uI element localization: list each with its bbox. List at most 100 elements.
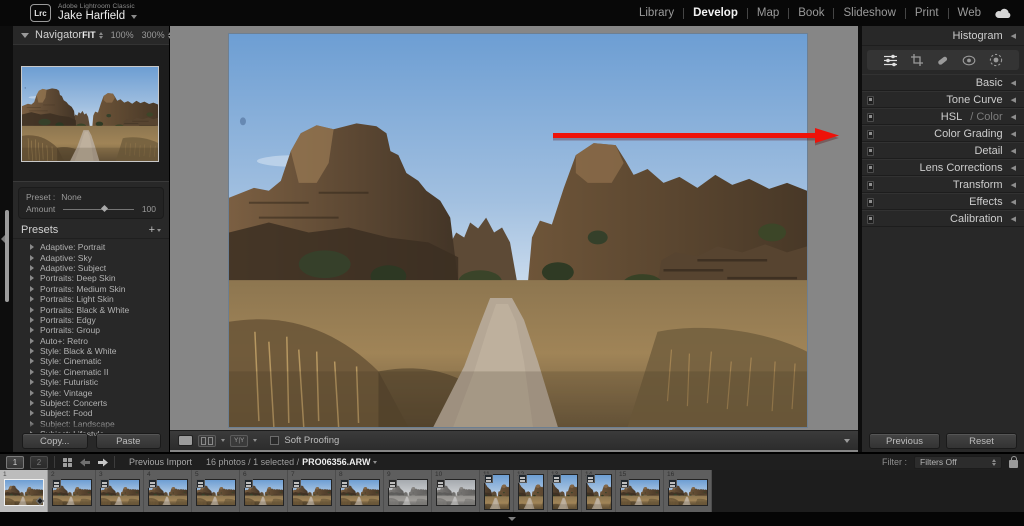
preset-item[interactable]: Adaptive: Portrait bbox=[13, 242, 169, 252]
disclosure-triangle-icon[interactable] bbox=[30, 369, 34, 375]
panel-toggle-switch[interactable] bbox=[867, 164, 874, 173]
main-photo[interactable] bbox=[228, 33, 808, 428]
disclosure-triangle-icon[interactable] bbox=[30, 327, 34, 333]
module-tab-develop[interactable]: Develop bbox=[693, 7, 738, 19]
red-eye-icon[interactable] bbox=[962, 55, 976, 66]
add-preset-button[interactable]: + bbox=[149, 224, 161, 236]
preset-item[interactable]: Portraits: Black & White bbox=[13, 304, 169, 314]
before-after-dropdown-icon[interactable] bbox=[221, 439, 225, 442]
disclosure-triangle-icon[interactable] bbox=[30, 296, 34, 302]
preset-item[interactable]: Style: Futuristic bbox=[13, 377, 169, 387]
primary-window-button[interactable]: 1 bbox=[6, 456, 24, 469]
panel-toggle-switch[interactable] bbox=[867, 181, 874, 190]
filmstrip-cell[interactable]: 10 bbox=[432, 470, 480, 512]
masking-icon[interactable] bbox=[989, 53, 1003, 67]
panel-expand-triangle-icon[interactable] bbox=[21, 33, 29, 38]
photo-thumbnail[interactable] bbox=[196, 479, 236, 506]
before-after-split-icon[interactable]: Y|Y bbox=[230, 435, 248, 447]
panel-section-detail[interactable]: Detail◀ bbox=[862, 142, 1024, 159]
photo-thumbnail[interactable] bbox=[340, 479, 380, 506]
preset-item[interactable]: Style: Vintage bbox=[13, 387, 169, 397]
filmstrip-cell[interactable]: 8 bbox=[336, 470, 384, 512]
before-after-left-right-icon[interactable] bbox=[198, 435, 216, 447]
preset-item[interactable]: Portraits: Deep Skin bbox=[13, 273, 169, 283]
photo-thumbnail[interactable] bbox=[100, 479, 140, 506]
zoom-300-control[interactable]: 300% bbox=[142, 30, 172, 40]
disclosure-triangle-icon[interactable] bbox=[30, 317, 34, 323]
grid-view-icon[interactable] bbox=[63, 458, 72, 467]
presets-header[interactable]: Presets + bbox=[13, 222, 169, 239]
panel-section-color-grading[interactable]: Color Grading◀ bbox=[862, 125, 1024, 142]
panel-toggle-switch[interactable] bbox=[867, 198, 874, 207]
previous-photo-arrow-icon[interactable] bbox=[80, 458, 91, 467]
preset-item[interactable]: Style: Black & White bbox=[13, 346, 169, 356]
filmstrip-cell[interactable]: 5 bbox=[192, 470, 240, 512]
preset-item[interactable]: Portraits: Medium Skin bbox=[13, 284, 169, 294]
module-tab-slideshow[interactable]: Slideshow bbox=[843, 7, 895, 19]
filmstrip-cell[interactable]: 12 bbox=[514, 470, 548, 512]
photo-thumbnail[interactable] bbox=[668, 479, 708, 506]
amount-slider-thumb[interactable] bbox=[101, 205, 108, 212]
module-tab-map[interactable]: Map bbox=[757, 7, 779, 19]
collapse-arrow-icon[interactable]: ◀ bbox=[1011, 147, 1016, 155]
panel-section-tone-curve[interactable]: Tone Curve◀ bbox=[862, 91, 1024, 108]
photo-thumbnail[interactable] bbox=[586, 474, 612, 510]
preset-item[interactable]: Portraits: Group bbox=[13, 325, 169, 335]
cloud-sync-icon[interactable] bbox=[995, 8, 1012, 19]
secondary-window-button[interactable]: 2 bbox=[30, 456, 48, 469]
histogram-header[interactable]: Histogram ◀ bbox=[862, 26, 1024, 46]
collapse-arrow-icon[interactable]: ◀ bbox=[1011, 198, 1016, 206]
navigator-header[interactable]: Navigator FIT 100% 300% bbox=[13, 26, 169, 44]
disclosure-triangle-icon[interactable] bbox=[30, 255, 34, 261]
photo-thumbnail[interactable] bbox=[4, 479, 44, 506]
disclosure-triangle-icon[interactable] bbox=[30, 358, 34, 364]
panel-section-hsl[interactable]: HSL / Color◀ bbox=[862, 108, 1024, 125]
preset-item[interactable]: Adaptive: Sky bbox=[13, 252, 169, 262]
edit-sliders-icon[interactable] bbox=[883, 54, 898, 67]
photo-thumbnail[interactable] bbox=[552, 474, 578, 510]
panel-section-calibration[interactable]: Calibration◀ bbox=[862, 210, 1024, 227]
filmstrip-cell[interactable]: 15 bbox=[616, 470, 664, 512]
module-tab-book[interactable]: Book bbox=[798, 7, 824, 19]
preset-item[interactable]: Adaptive: Subject bbox=[13, 263, 169, 273]
photo-thumbnail[interactable] bbox=[52, 479, 92, 506]
filmstrip-cell[interactable]: 14 bbox=[582, 470, 616, 512]
identity-plate[interactable]: Adobe Lightroom Classic Jake Harfield bbox=[58, 4, 137, 23]
disclosure-triangle-icon[interactable] bbox=[30, 400, 34, 406]
module-tab-web[interactable]: Web bbox=[958, 7, 981, 19]
panel-toggle-switch[interactable] bbox=[867, 113, 874, 122]
disclosure-triangle-icon[interactable] bbox=[30, 275, 34, 281]
disclosure-triangle-icon[interactable] bbox=[30, 244, 34, 250]
paste-button[interactable]: Paste bbox=[96, 433, 162, 449]
photo-thumbnail[interactable] bbox=[388, 479, 428, 506]
preset-item[interactable]: Portraits: Light Skin bbox=[13, 294, 169, 304]
filmstrip-cell[interactable]: 9 bbox=[384, 470, 432, 512]
photo-thumbnail[interactable] bbox=[518, 474, 544, 510]
zoom-100-control[interactable]: 100% bbox=[111, 30, 134, 40]
collapse-arrow-icon[interactable]: ◀ bbox=[1011, 181, 1016, 189]
zoom-fit-control[interactable]: FIT bbox=[82, 30, 103, 40]
disclosure-triangle-icon[interactable] bbox=[30, 338, 34, 344]
panel-section-lens-corrections[interactable]: Lens Corrections◀ bbox=[862, 159, 1024, 176]
preset-item[interactable]: Style: Cinematic II bbox=[13, 367, 169, 377]
reset-button[interactable]: Reset bbox=[946, 433, 1017, 449]
collapse-arrow-icon[interactable]: ◀ bbox=[1011, 215, 1016, 223]
disclosure-triangle-icon[interactable] bbox=[30, 348, 34, 354]
filmstrip-cell[interactable]: 6 bbox=[240, 470, 288, 512]
filmstrip-cell[interactable]: 1 bbox=[0, 470, 48, 512]
disclosure-triangle-icon[interactable] bbox=[30, 379, 34, 385]
collapse-arrow-icon[interactable]: ◀ bbox=[1011, 164, 1016, 172]
soft-proofing-checkbox[interactable] bbox=[270, 436, 279, 445]
panel-section-transform[interactable]: Transform◀ bbox=[862, 176, 1024, 193]
filmstrip-selection-info[interactable]: 16 photos / 1 selected / PRO06356.ARW bbox=[206, 457, 377, 467]
panel-section-basic[interactable]: Basic◀ bbox=[862, 74, 1024, 91]
filmstrip-cell[interactable]: 7 bbox=[288, 470, 336, 512]
filmstrip-cell[interactable]: 3 bbox=[96, 470, 144, 512]
healing-brush-icon[interactable] bbox=[936, 54, 949, 67]
copy-button[interactable]: Copy... bbox=[22, 433, 88, 449]
filmstrip-cell[interactable]: 11 bbox=[480, 470, 514, 512]
collapse-arrow-icon[interactable]: ◀ bbox=[1011, 79, 1016, 87]
amount-slider[interactable] bbox=[63, 209, 134, 210]
collapse-arrow-icon[interactable]: ◀ bbox=[1011, 113, 1016, 121]
panel-toggle-switch[interactable] bbox=[867, 96, 874, 105]
